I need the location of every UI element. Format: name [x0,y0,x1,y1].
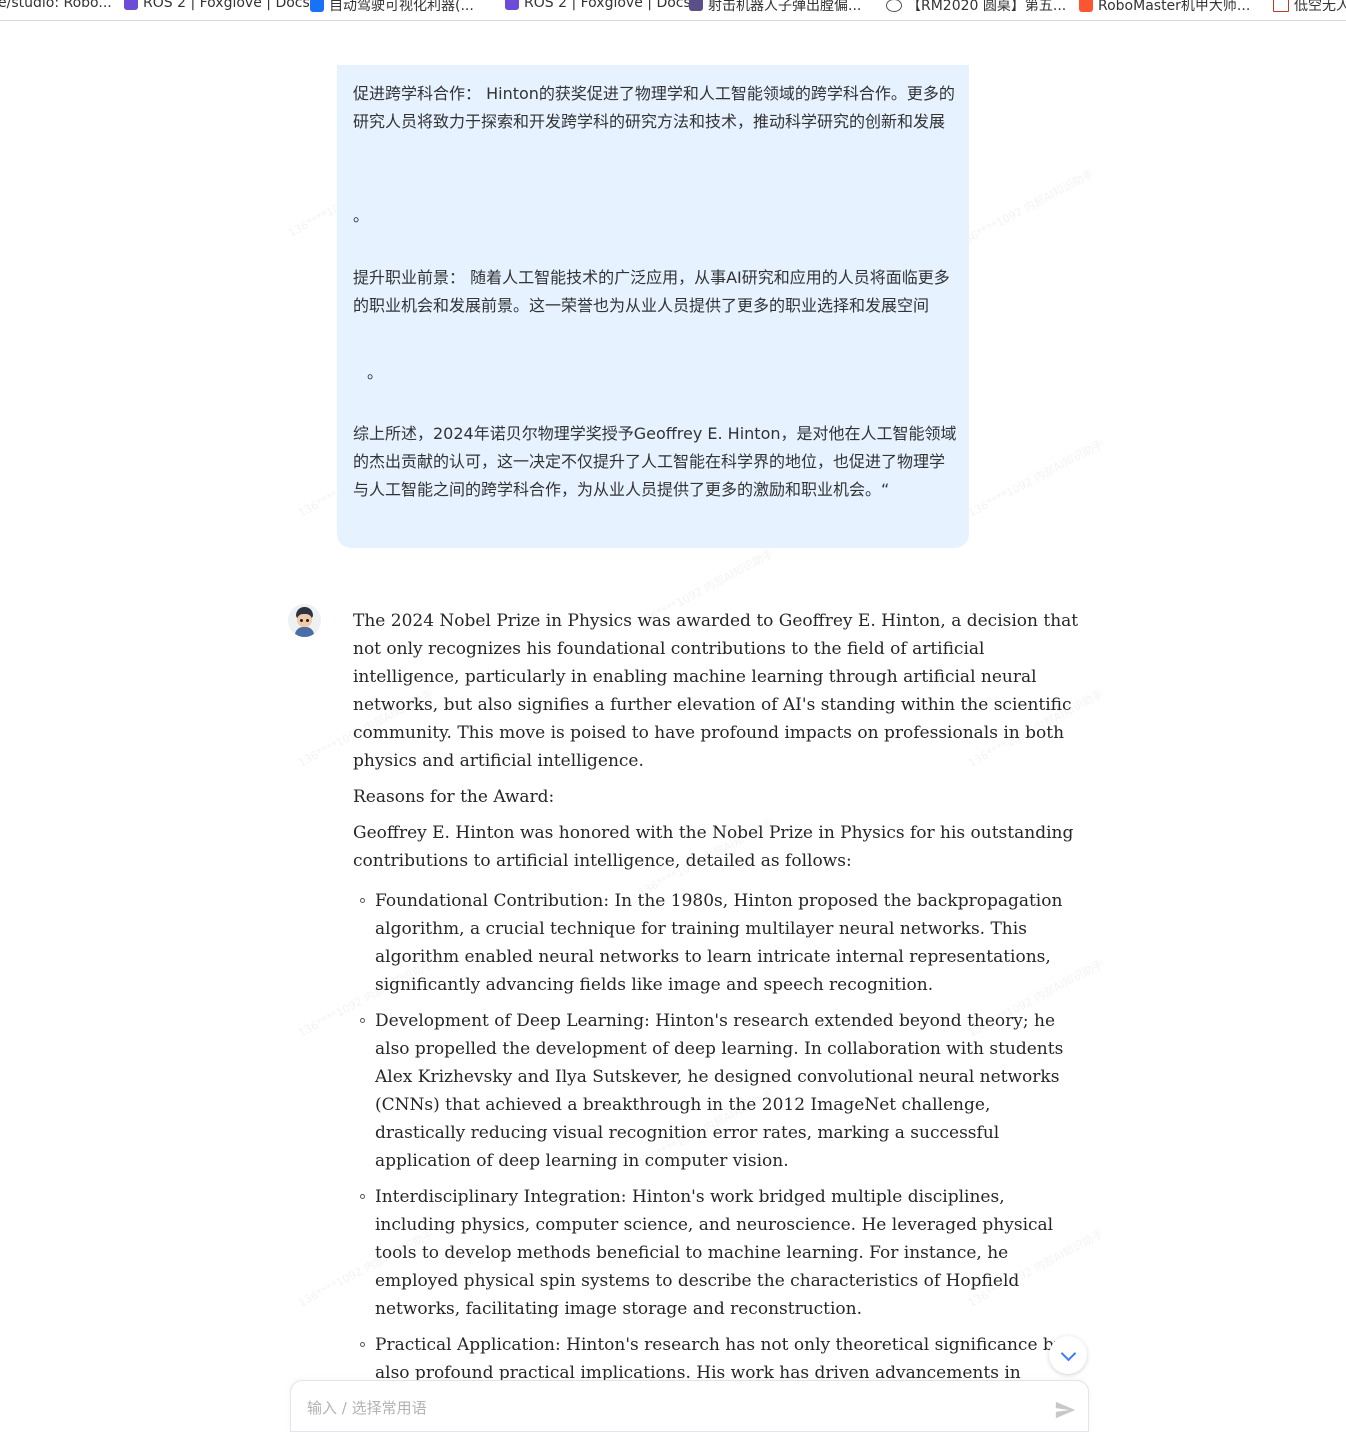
bullet-icon [360,898,365,903]
bookmark-item[interactable]: ROS 2 | Foxglove | Docs [505,0,691,11]
bookmark-label: e/studio: Robo... [0,0,112,11]
doc-icon [1273,0,1289,12]
watermark: 136****1092 内部AI知识助手 [966,437,1106,520]
folder-icon [689,0,703,11]
list-item-text: Development of Deep Learning: Hinton's r… [375,1011,1064,1171]
bullet-icon [360,1018,365,1023]
user-message-paragraph: 。 [367,363,384,382]
answer-reasons-intro: Geoffrey E. Hinton was honored with the … [353,823,1074,871]
bookmark-item[interactable]: 自动驾驶可视化利器(... [310,0,474,15]
bookmark-item[interactable]: 低空无人 [1273,0,1346,15]
user-message-paragraph: 。 [353,206,370,225]
send-icon[interactable] [1054,1399,1076,1421]
bookmark-label: 低空无人 [1294,0,1346,14]
watermark: 136****1092 内部AI知识助手 [956,167,1096,250]
list-item-text: Interdisciplinary Integration: Hinton's … [375,1187,1054,1319]
assistant-avatar [288,604,321,637]
chevron-down-icon [1060,1345,1077,1362]
user-message-paragraph: 促进跨学科合作： Hinton的获奖促进了物理学和人工智能领域的跨学科合作。更多… [353,84,955,131]
bookmark-item[interactable]: 射击机器人子弹出膛偏... [689,0,861,15]
bookmark-label: 自动驾驶可视化利器(... [329,0,474,14]
bookmark-label: ROS 2 | Foxglove | Docs [524,0,691,11]
bookmark-label: 射击机器人子弹出膛偏... [708,0,862,14]
user-message-paragraph: 提升职业前景： 随着人工智能技术的广泛应用，从事AI研究和应用的人员将面临更多的… [353,268,950,315]
list-item: Development of Deep Learning: Hinton's r… [353,1007,1083,1175]
csdn-icon [1079,0,1093,12]
bookmark-item[interactable]: ROS 2 | Foxglove | Docs [124,0,310,11]
bullet-icon [360,1194,365,1199]
zhihu-icon [310,0,324,12]
chat-input[interactable] [305,1395,1009,1421]
list-item: Interdisciplinary Integration: Hinton's … [353,1183,1083,1323]
bookmark-label: ROS 2 | Foxglove | Docs [143,0,310,11]
foxglove-icon [124,0,138,10]
answer-intro: The 2024 Nobel Prize in Physics was awar… [353,611,1079,771]
list-item-text: Foundational Contribution: In the 1980s,… [375,891,1063,995]
globe-icon [886,0,902,12]
list-item: Foundational Contribution: In the 1980s,… [353,887,1083,999]
bookmark-item[interactable]: RoboMaster机甲大师... [1079,0,1250,15]
bullet-icon [360,1342,365,1347]
scroll-to-bottom-button[interactable] [1049,1336,1087,1374]
list-item: Practical Application: Hinton's research… [353,1331,1083,1380]
user-message-bubble: 促进跨学科合作： Hinton的获奖促进了物理学和人工智能领域的跨学科合作。更多… [337,65,969,548]
bookmark-item[interactable]: e/studio: Robo... [0,0,112,11]
bookmark-label: 【RM2020 圆桌】第五... [907,0,1067,14]
bookmark-item[interactable]: 【RM2020 圆桌】第五... [886,0,1066,15]
assistant-message: The 2024 Nobel Prize in Physics was awar… [353,607,1083,1380]
foxglove-icon [505,0,519,10]
bookmark-label: RoboMaster机甲大师... [1098,0,1251,14]
user-message-paragraph: 综上所述，2024年诺贝尔物理学奖授予Geoffrey E. Hinton，是对… [353,424,957,499]
answer-bullet-list: Foundational Contribution: In the 1980s,… [353,887,1083,1380]
chat-input-bar [290,1380,1089,1432]
list-item-text: Practical Application: Hinton's research… [375,1335,1072,1380]
bookmarks-bar: e/studio: Robo... ROS 2 | Foxglove | Doc… [0,0,1346,21]
answer-reasons-heading: Reasons for the Award: [353,787,555,807]
